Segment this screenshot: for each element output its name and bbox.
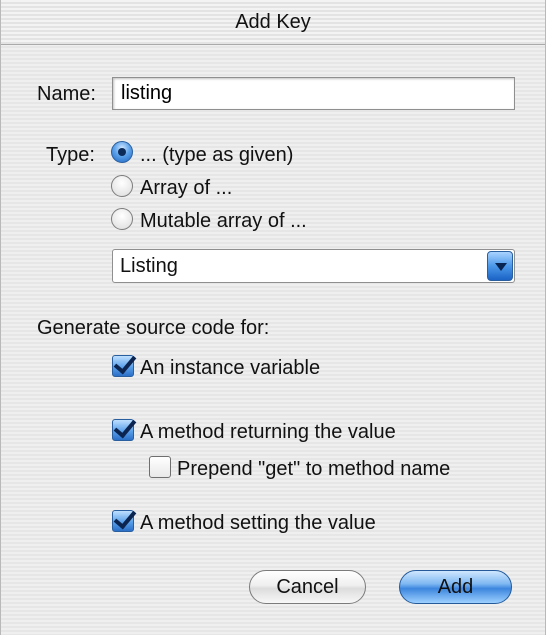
- checkbox-label-setter[interactable]: A method setting the value: [140, 512, 376, 535]
- title-bar[interactable]: Add Key: [1, 0, 545, 45]
- radio-type-as-given[interactable]: [111, 141, 133, 163]
- type-popup[interactable]: Listing: [112, 249, 515, 283]
- checkmark-icon: [113, 414, 137, 439]
- add-button[interactable]: Add: [399, 570, 512, 604]
- generate-label: Generate source code for:: [37, 317, 270, 339]
- checkbox-getter[interactable]: [112, 414, 137, 441]
- checkmark-icon: [113, 505, 137, 530]
- name-label: Name:: [37, 83, 96, 105]
- checkbox-label-prepend-get[interactable]: Prepend "get" to method name: [177, 458, 450, 481]
- radio-label-type-as-given[interactable]: ... (type as given): [140, 144, 293, 167]
- cancel-button[interactable]: Cancel: [249, 570, 366, 604]
- checkbox-instance-variable[interactable]: [112, 350, 137, 377]
- checkbox-setter[interactable]: [112, 505, 137, 532]
- radio-label-mutable-array-of[interactable]: Mutable array of ...: [140, 210, 307, 233]
- radio-mutable-array-of[interactable]: [111, 208, 133, 230]
- radio-array-of[interactable]: [111, 175, 133, 197]
- type-popup-value: Listing: [120, 255, 178, 277]
- checkbox-prepend-get[interactable]: [149, 456, 171, 478]
- chevron-down-icon[interactable]: [487, 251, 513, 281]
- add-key-dialog: Add Key Name: Type: ... (type as given) …: [0, 0, 546, 635]
- radio-label-array-of[interactable]: Array of ...: [140, 177, 232, 200]
- checkbox-label-getter[interactable]: A method returning the value: [140, 421, 396, 444]
- type-label: Type:: [46, 144, 95, 166]
- checkmark-icon: [113, 350, 137, 375]
- name-field[interactable]: [112, 77, 515, 110]
- radio-selected-dot: [118, 148, 126, 156]
- checkbox-label-instance-variable[interactable]: An instance variable: [140, 357, 320, 380]
- window-title: Add Key: [235, 10, 311, 33]
